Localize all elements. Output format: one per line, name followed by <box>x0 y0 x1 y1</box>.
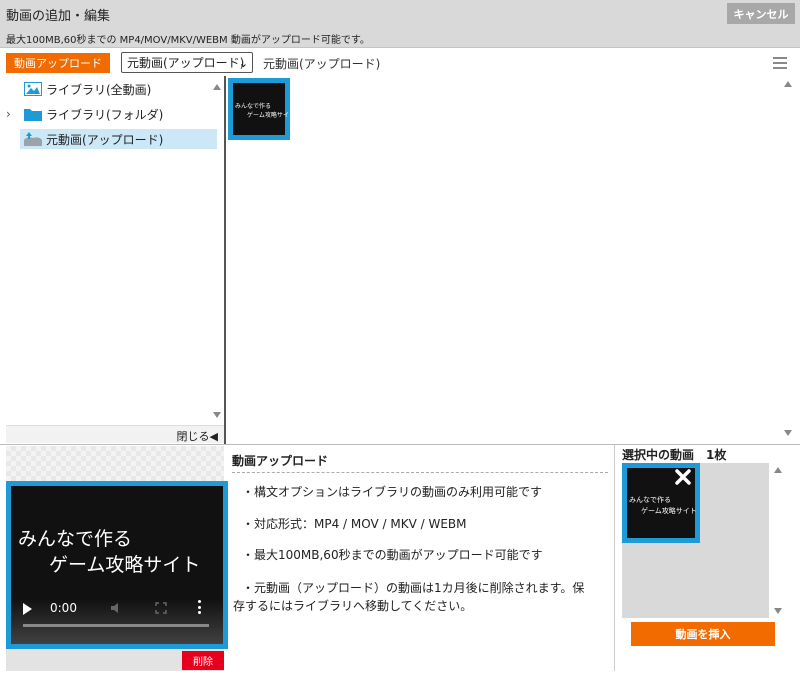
close-panel-link[interactable]: 閉じる◀ <box>177 428 218 444</box>
upload-video-button[interactable]: 動画アップロード <box>6 53 110 73</box>
selected-scrollbar[interactable] <box>772 463 784 618</box>
video-title-line1: みんなで作る <box>18 528 133 550</box>
breadcrumb: 元動画(アップロード) <box>263 57 381 71</box>
folder-select-value: 元動画(アップロード) <box>127 56 245 70</box>
info-bullet: ・構文オプションはライブラリの動画のみ利用可能です <box>242 485 543 499</box>
scroll-up-icon[interactable] <box>213 84 221 90</box>
scroll-down-icon[interactable] <box>774 608 782 614</box>
upload-limits-note: 最大100MB,60秒までの MP4/MOV/MKV/WEBM 動画がアップロー… <box>6 35 370 46</box>
delete-button[interactable]: 削除 <box>182 651 224 670</box>
tree-item-original-upload[interactable]: 元動画(アップロード) <box>20 129 217 149</box>
upload-info-panel: 動画アップロード ・構文オプションはライブラリの動画のみ利用可能です ・対応形式… <box>232 446 608 671</box>
upload-limits-bar: 最大100MB,60秒までの MP4/MOV/MKV/WEBM 動画がアップロー… <box>0 27 800 48</box>
video-title-line2: ゲーム攻略サイト <box>49 554 201 576</box>
info-bullet: ・対応形式：MP4 / MOV / MKV / WEBM <box>242 517 467 531</box>
video-time: 0:00 <box>50 601 77 615</box>
info-title: 動画アップロード <box>232 454 329 468</box>
panel-divider <box>614 445 615 671</box>
scroll-down-icon[interactable] <box>213 412 221 418</box>
dialog-title: 動画の追加・編集 <box>6 9 111 24</box>
dialog-header: 動画の追加・編集 キャンセル <box>0 0 800 27</box>
video-player[interactable]: みんなで作る ゲーム攻略サイト 0:00 <box>6 481 228 649</box>
tree-item-label: 元動画(アップロード) <box>46 132 164 147</box>
thumbnail-title-line2: ゲーム攻略サイト <box>247 112 295 119</box>
folder-icon <box>24 107 42 121</box>
tree-item-label: ライブラリ(全動画) <box>46 82 152 97</box>
upload-folder-icon <box>24 132 42 146</box>
info-divider <box>232 472 608 473</box>
folder-select[interactable]: 元動画(アップロード) ⌄ <box>121 52 253 73</box>
scroll-up-icon[interactable] <box>774 467 782 473</box>
scroll-up-icon[interactable] <box>784 81 792 87</box>
preview-background <box>6 446 224 481</box>
tree-item-library-all[interactable]: ライブラリ(全動画) <box>20 79 217 99</box>
insert-video-button[interactable]: 動画を挿入 <box>631 622 775 646</box>
info-bullet: ・最大100MB,60秒までの動画がアップロード可能です <box>242 548 543 562</box>
info-bullet: ・元動画（アップロード）の動画は1カ月後に削除されます。保 <box>242 581 585 595</box>
tree-footer: 閉じる◀ <box>6 425 224 443</box>
section-divider <box>0 444 800 445</box>
thumbnail-title-line2: ゲーム攻略サイト <box>641 507 697 515</box>
close-icon[interactable] <box>675 469 691 485</box>
tree-item-library-folder[interactable]: ライブラリ(フォルダ) <box>20 104 217 124</box>
thumbnail-title-line1: みんなで作る <box>629 496 671 504</box>
grid-scrollbar[interactable] <box>782 78 794 440</box>
more-options-icon[interactable] <box>198 600 202 614</box>
chevron-right-icon[interactable]: › <box>6 107 11 121</box>
volume-icon[interactable] <box>111 602 123 614</box>
video-thumbnail[interactable]: みんなで作る ゲーム攻略サイト <box>228 78 295 140</box>
folder-tree: ライブラリ(全動画) › ライブラリ(フォルダ) 元動画(アップロード) <box>6 78 224 425</box>
video-progress-bar[interactable] <box>23 624 209 627</box>
video-grid: みんなで作る ゲーム攻略サイト <box>226 76 786 444</box>
selected-videos-title: 選択中の動画 1枚 <box>622 448 727 462</box>
hamburger-menu-icon[interactable] <box>773 57 787 69</box>
tree-scrollbar[interactable] <box>211 78 223 425</box>
image-icon <box>24 82 42 96</box>
chevron-down-icon: ⌄ <box>238 57 248 70</box>
fullscreen-icon[interactable] <box>155 602 167 614</box>
tree-item-label: ライブラリ(フォルダ) <box>46 107 164 122</box>
info-bullet: 存するにはライブラリへ移動してください。 <box>233 599 473 613</box>
scroll-down-icon[interactable] <box>784 430 792 436</box>
play-icon[interactable] <box>23 603 32 615</box>
cancel-button[interactable]: キャンセル <box>727 3 795 24</box>
thumbnail-title-line1: みんなで作る <box>235 103 272 110</box>
